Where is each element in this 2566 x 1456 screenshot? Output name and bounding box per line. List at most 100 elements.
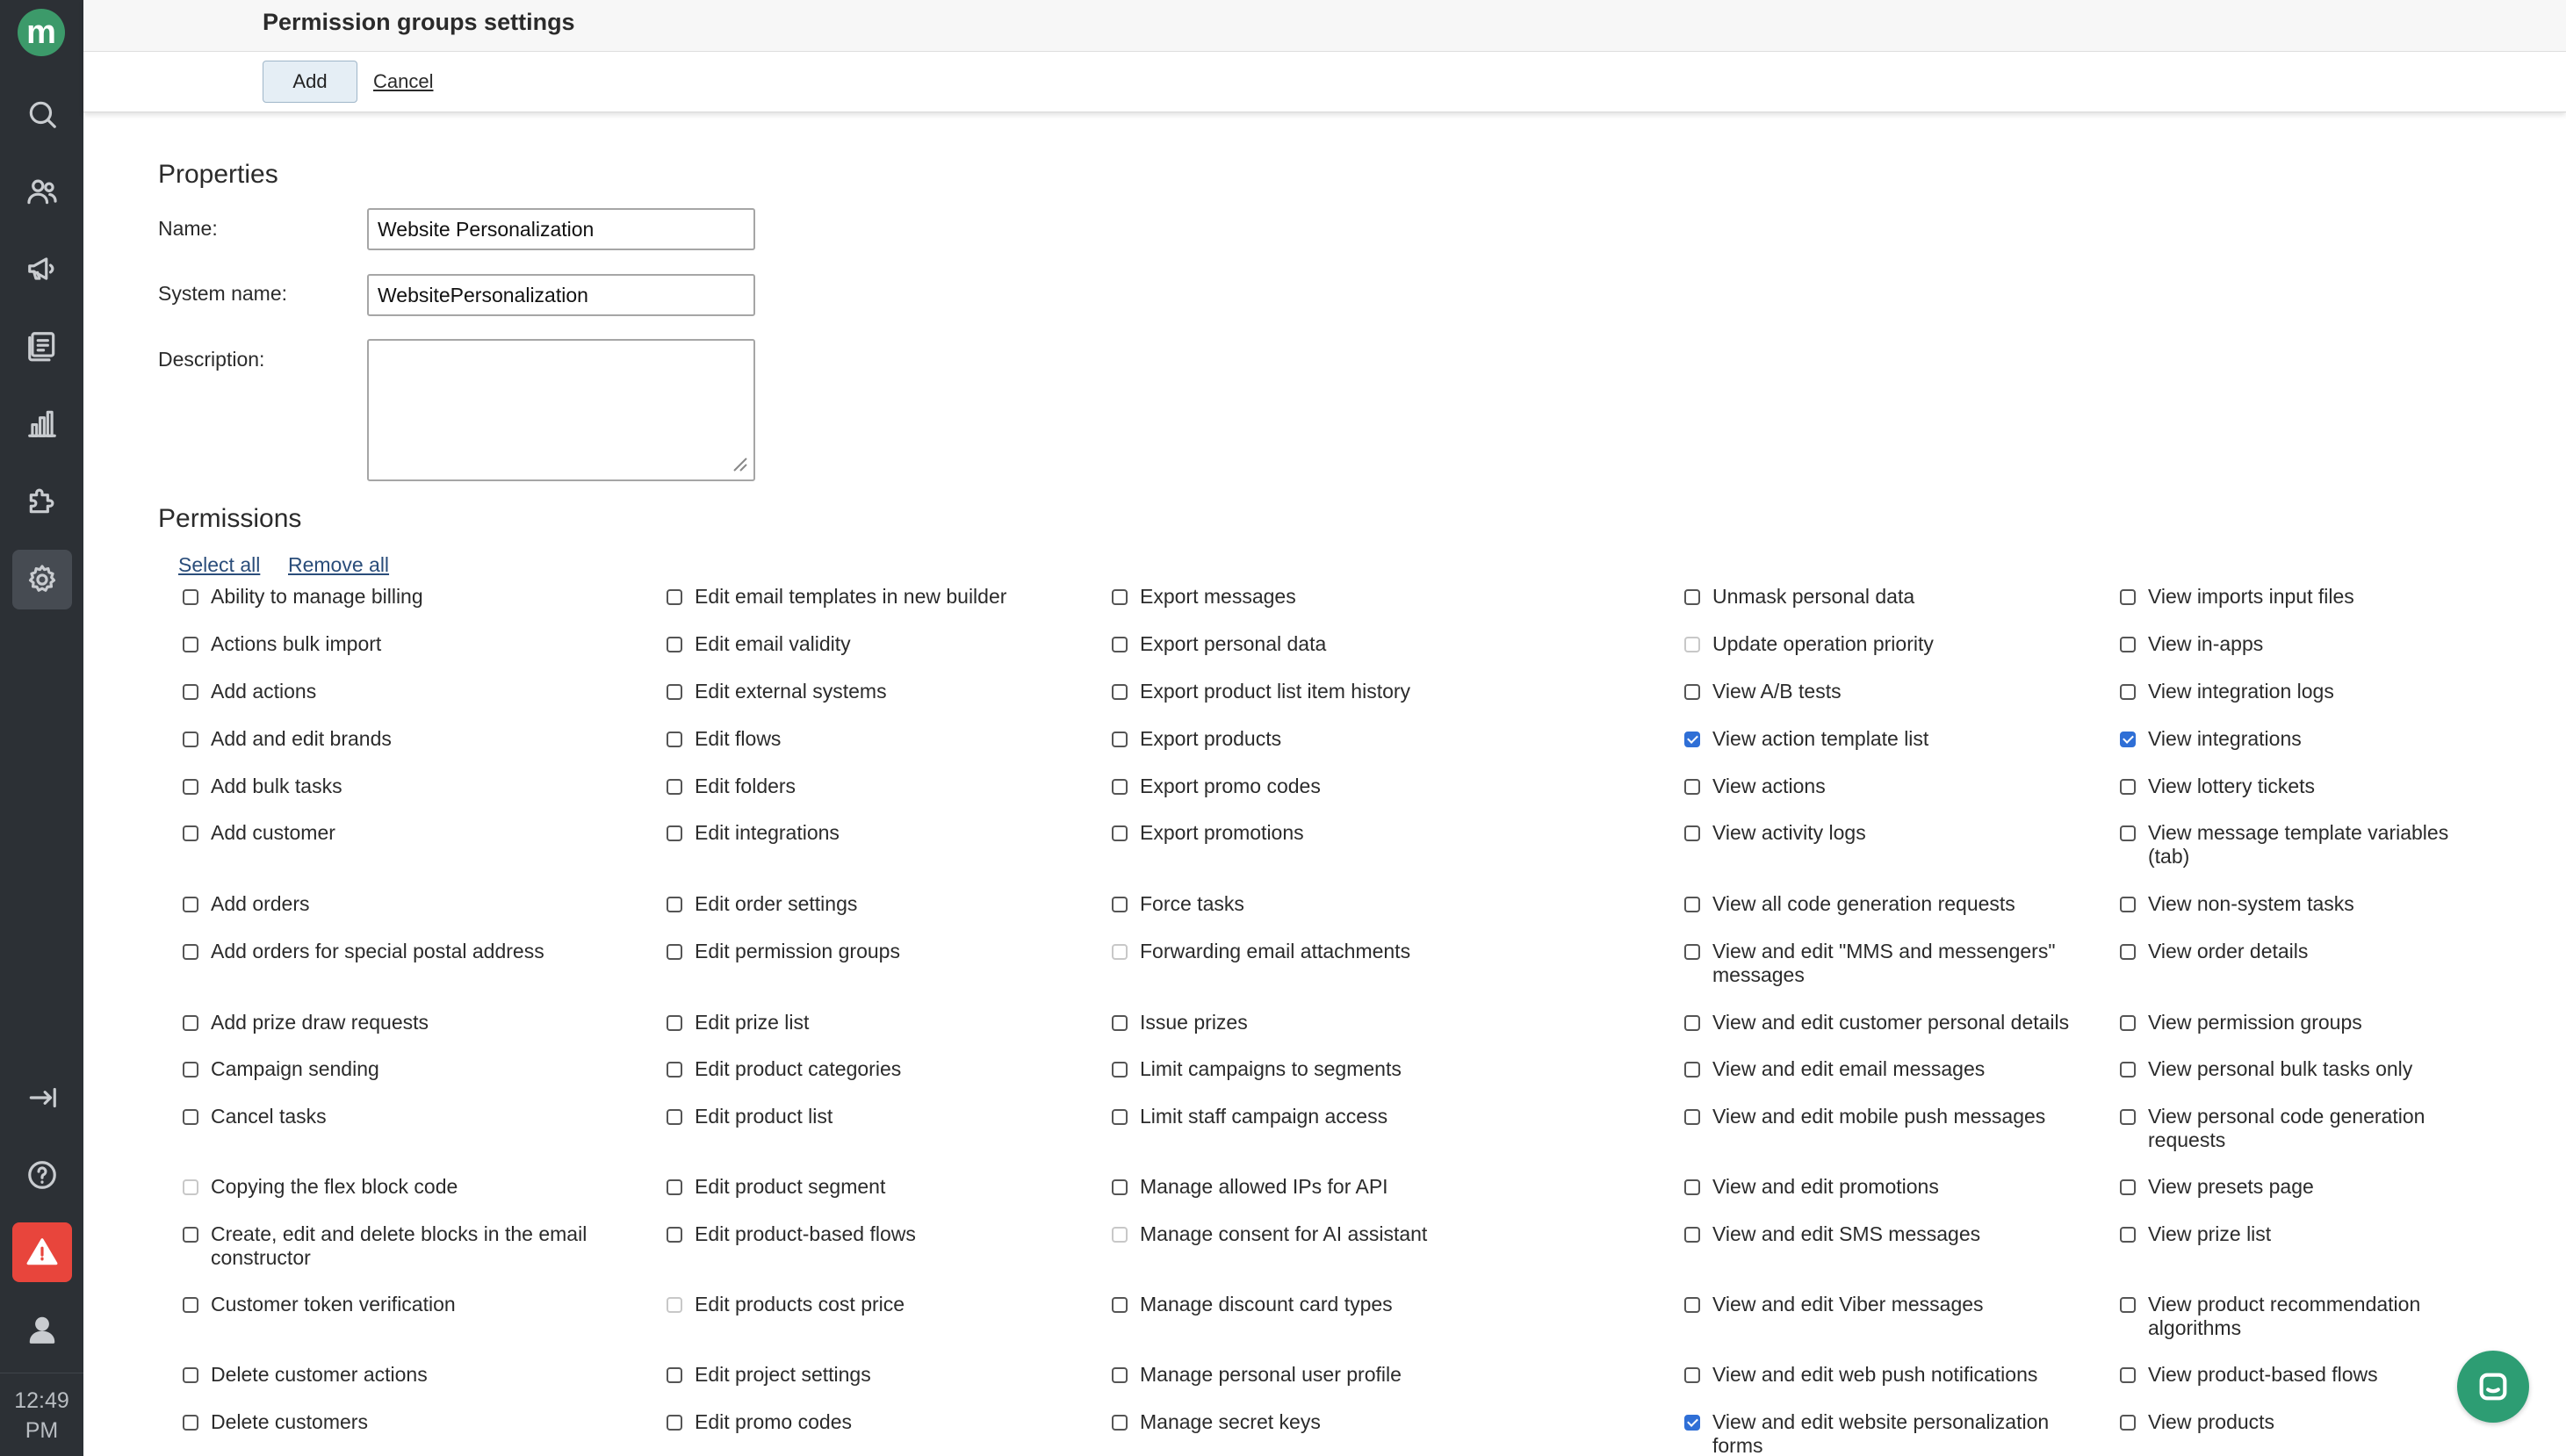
permission-checkbox[interactable] — [2120, 589, 2136, 605]
permission-checkbox[interactable] — [183, 897, 198, 912]
permission-item[interactable]: View and edit Viber messages — [1684, 1293, 2088, 1316]
permission-checkbox[interactable] — [2120, 1297, 2136, 1313]
permission-item[interactable]: Delete customers — [183, 1410, 639, 1434]
permission-checkbox[interactable] — [1112, 684, 1128, 700]
logo[interactable]: m — [18, 9, 65, 56]
permission-item[interactable]: View message template variables (tab) — [2120, 821, 2471, 869]
permission-item[interactable]: View in-apps — [2120, 632, 2471, 656]
permission-item[interactable]: Forwarding email attachments — [1112, 940, 1656, 963]
permission-checkbox[interactable] — [1112, 897, 1128, 912]
permission-checkbox[interactable] — [183, 825, 198, 841]
permission-item[interactable]: Edit product list — [667, 1105, 1079, 1128]
permission-item[interactable]: View and edit mobile push messages — [1684, 1105, 2088, 1128]
select-all-link[interactable]: Select all — [178, 553, 260, 577]
permission-checkbox[interactable] — [183, 1367, 198, 1383]
add-button[interactable]: Add — [263, 61, 357, 103]
permission-item[interactable]: View activity logs — [1684, 821, 2088, 845]
permission-checkbox[interactable] — [1112, 589, 1128, 605]
permission-checkbox[interactable] — [667, 684, 682, 700]
permission-checkbox[interactable] — [2120, 1015, 2136, 1031]
permission-checkbox[interactable] — [667, 779, 682, 795]
permission-item[interactable]: Add and edit brands — [183, 727, 639, 751]
permission-checkbox[interactable] — [183, 1062, 198, 1078]
permission-checkbox[interactable] — [1684, 897, 1700, 912]
permission-checkbox[interactable] — [667, 589, 682, 605]
remove-all-link[interactable]: Remove all — [288, 553, 389, 577]
permission-checkbox[interactable] — [2120, 779, 2136, 795]
permission-item[interactable]: View lottery tickets — [2120, 775, 2471, 798]
permission-checkbox[interactable] — [1112, 1109, 1128, 1125]
permission-item[interactable]: View products — [2120, 1410, 2471, 1434]
permission-item[interactable]: View prize list — [2120, 1222, 2471, 1246]
permission-item[interactable]: Limit campaigns to segments — [1112, 1057, 1656, 1081]
permission-item[interactable]: View and edit email messages — [1684, 1057, 2088, 1081]
name-field[interactable] — [367, 208, 755, 250]
permission-checkbox[interactable] — [183, 944, 198, 960]
permission-item[interactable]: Edit permission groups — [667, 940, 1079, 963]
permission-item[interactable]: Edit email templates in new builder — [667, 585, 1079, 609]
permission-checkbox[interactable] — [2120, 1109, 2136, 1125]
permission-item[interactable]: View all code generation requests — [1684, 892, 2088, 916]
permission-item[interactable]: Cancel tasks — [183, 1105, 639, 1128]
permission-item[interactable]: Copying the flex block code — [183, 1175, 639, 1199]
permission-item[interactable]: View and edit customer personal details — [1684, 1011, 2088, 1034]
permission-checkbox[interactable] — [667, 825, 682, 841]
resize-grip-icon[interactable] — [729, 453, 748, 472]
permission-item[interactable]: Add bulk tasks — [183, 775, 639, 798]
permission-checkbox[interactable] — [667, 732, 682, 747]
permission-item[interactable]: Edit prize list — [667, 1011, 1079, 1034]
permission-checkbox[interactable] — [1112, 1179, 1128, 1195]
nav-analytics[interactable] — [12, 393, 72, 453]
nav-integrations[interactable] — [12, 471, 72, 530]
permission-checkbox[interactable] — [183, 637, 198, 652]
permission-item[interactable]: Add actions — [183, 680, 639, 703]
permission-item[interactable]: Edit order settings — [667, 892, 1079, 916]
permission-item[interactable]: Manage secret keys — [1112, 1410, 1656, 1434]
permission-item[interactable]: Manage discount card types — [1112, 1293, 1656, 1316]
permission-checkbox[interactable] — [1684, 589, 1700, 605]
nav-help[interactable] — [12, 1145, 72, 1205]
chat-button[interactable] — [2457, 1351, 2529, 1423]
permission-item[interactable]: Edit email validity — [667, 632, 1079, 656]
permission-item[interactable]: View A/B tests — [1684, 680, 2088, 703]
permission-checkbox[interactable] — [667, 1015, 682, 1031]
description-field[interactable] — [367, 339, 755, 481]
permission-checkbox[interactable] — [1112, 1297, 1128, 1313]
permission-checkbox[interactable] — [667, 944, 682, 960]
permission-checkbox[interactable] — [667, 1415, 682, 1431]
permission-item[interactable]: View integrations — [2120, 727, 2471, 751]
permission-item[interactable]: Export messages — [1112, 585, 1656, 609]
permission-item[interactable]: View imports input files — [2120, 585, 2471, 609]
permission-item[interactable]: Issue prizes — [1112, 1011, 1656, 1034]
permission-item[interactable]: Actions bulk import — [183, 632, 639, 656]
permission-checkbox[interactable] — [1112, 637, 1128, 652]
permission-checkbox[interactable] — [2120, 897, 2136, 912]
permission-item[interactable]: Customer token verification — [183, 1293, 639, 1316]
permission-item[interactable]: View presets page — [2120, 1175, 2471, 1199]
permission-checkbox[interactable] — [183, 1109, 198, 1125]
permission-checkbox[interactable] — [1112, 732, 1128, 747]
permission-checkbox[interactable] — [2120, 1367, 2136, 1383]
permission-checkbox[interactable] — [2120, 1062, 2136, 1078]
permission-checkbox[interactable] — [2120, 637, 2136, 652]
permission-item[interactable]: Force tasks — [1112, 892, 1656, 916]
permission-item[interactable]: View order details — [2120, 940, 2471, 963]
permission-item[interactable]: Edit external systems — [667, 680, 1079, 703]
permission-item[interactable]: Unmask personal data — [1684, 585, 2088, 609]
permission-item[interactable]: Add orders for special postal address — [183, 940, 639, 963]
permission-item[interactable]: Export promo codes — [1112, 775, 1656, 798]
permission-checkbox[interactable] — [1684, 732, 1700, 747]
permission-item[interactable]: Edit integrations — [667, 821, 1079, 845]
permission-checkbox[interactable] — [1684, 684, 1700, 700]
permission-item[interactable]: Export products — [1112, 727, 1656, 751]
permission-checkbox[interactable] — [1684, 1179, 1700, 1195]
permission-checkbox[interactable] — [183, 1415, 198, 1431]
permission-item[interactable]: View and edit web push notifications — [1684, 1363, 2088, 1387]
permission-item[interactable]: Edit project settings — [667, 1363, 1079, 1387]
nav-campaigns[interactable] — [12, 239, 72, 299]
permission-item[interactable]: View product-based flows — [2120, 1363, 2471, 1387]
permission-checkbox[interactable] — [667, 637, 682, 652]
permission-checkbox[interactable] — [1112, 1062, 1128, 1078]
permission-item[interactable]: View product recommendation algorithms — [2120, 1293, 2471, 1340]
permission-checkbox[interactable] — [667, 897, 682, 912]
